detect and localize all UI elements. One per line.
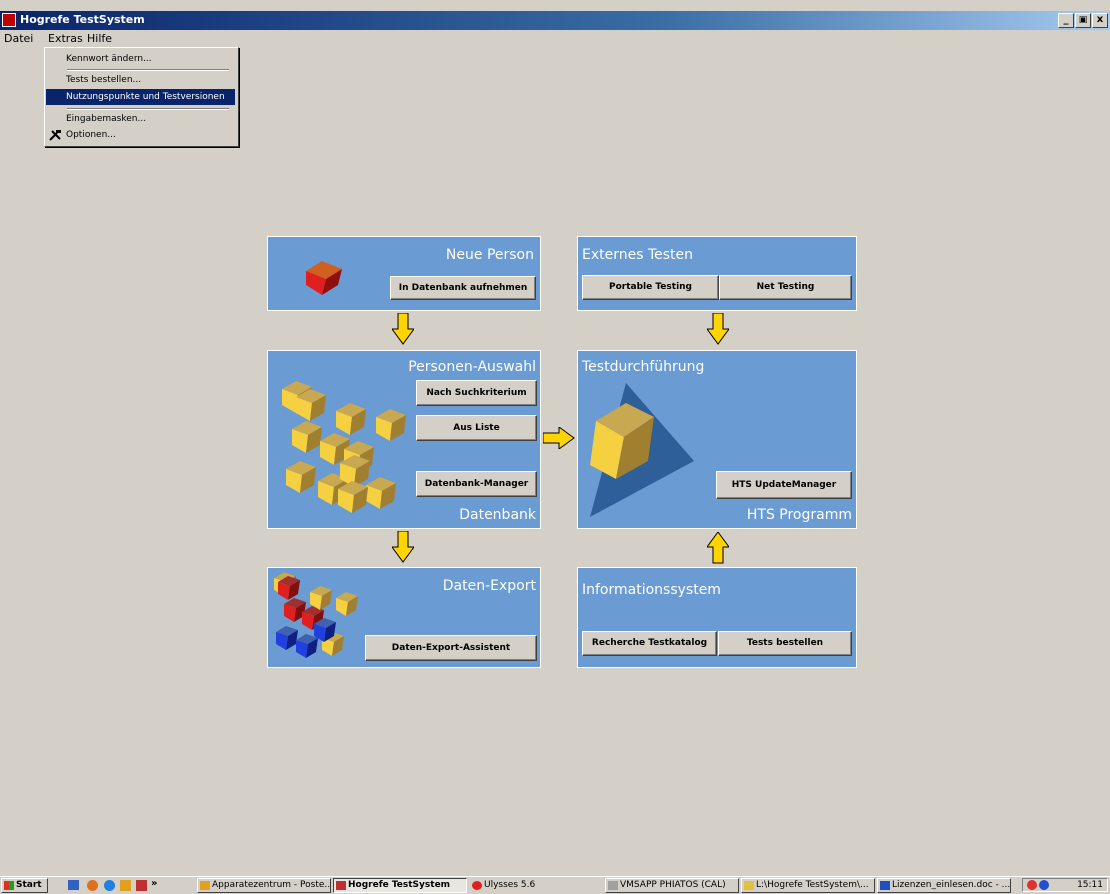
menu-separator [67,108,229,110]
taskbar-item-explorer[interactable]: L:\Hogrefe TestSystem\... [741,878,875,893]
yellow-cubes-icon [282,381,406,513]
taskbar-label: VMSAPP PHIATOS (CAL) [620,880,726,890]
panel-daten-export: Daten-Export Daten-Export-Assistent [267,567,541,668]
taskbar-item-vmsapp[interactable]: VMSAPP PHIATOS (CAL) [605,878,739,893]
panel-title-testdurchfuehrung: Testdurchführung [582,359,705,375]
taskbar-item-hogrefe[interactable]: Hogrefe TestSystem [333,878,467,893]
taskbar: Start » Apparatezentrum - Poste... Hogre… [0,876,1110,894]
arrow-down-icon [707,313,729,345]
panel-title-externes-testen: Externes Testen [582,247,694,263]
menu-separator [67,69,229,71]
tray-icon[interactable] [1039,880,1049,890]
taskbar-item-ulysses[interactable]: Ulysses 5.6 [469,878,603,893]
menu-item-eingabemasken[interactable]: Eingabemasken... [46,111,235,127]
panel-footer-hts-programm: HTS Programm [746,507,852,523]
recherche-testkatalog-button[interactable]: Recherche Testkatalog [582,631,717,656]
panel-title-informationssystem: Informationssystem [582,582,721,598]
daten-export-assistent-button[interactable]: Daten-Export-Assistent [365,635,537,661]
panel-neue-person: Neue Person In Datenbank aufnehmen [267,236,541,311]
tools-icon [49,130,61,141]
tray-icon[interactable] [1027,880,1037,890]
windows-logo-icon [4,881,14,890]
hts-updatemanager-button[interactable]: HTS UpdateManager [716,471,852,499]
app-icon [472,881,482,890]
start-label: Start [16,880,42,890]
net-testing-button[interactable]: Net Testing [719,275,852,300]
panel-title-personen-auswahl: Personen-Auswahl [408,359,536,375]
system-tray: 15:11 [1022,878,1108,892]
pyramid-cube-icon [590,383,694,517]
taskbar-label: Ulysses 5.6 [484,880,536,890]
arrow-down-icon [392,313,414,345]
taskbar-label: L:\Hogrefe TestSystem\... [756,880,869,890]
app-icon [880,881,890,890]
tests-bestellen-button[interactable]: Tests bestellen [718,631,852,656]
arrow-up-icon [707,532,729,564]
menu-hilfe[interactable]: Hilfe [87,32,112,46]
app-icon [608,881,618,890]
app-icon [200,881,210,890]
start-button[interactable]: Start [1,878,48,893]
close-button[interactable]: x [1092,13,1108,28]
taskbar-label: Lizenzen_einlesen.doc - ... [892,880,1011,890]
menu-datei[interactable]: Datei [4,32,33,46]
window-title: Hogrefe TestSystem [20,13,145,26]
portable-testing-button[interactable]: Portable Testing [582,275,719,300]
clock[interactable]: 15:11 [1077,879,1103,891]
quick-launch: » [54,878,158,893]
menu-item-optionen-label: Optionen... [66,130,116,140]
app-icon [744,881,754,890]
more-chevron-icon[interactable]: » [151,878,157,889]
desktop-icon[interactable] [68,880,79,890]
colored-cubes-icon [274,572,358,658]
in-datenbank-aufnehmen-button[interactable]: In Datenbank aufnehmen [390,276,536,300]
menu-item-tests-bestellen[interactable]: Tests bestellen... [46,72,235,88]
nach-suchkriterium-button[interactable]: Nach Suchkriterium [416,380,537,406]
panel-testdurchfuehrung: Testdurchführung HTS Programm HTS Update… [577,350,857,529]
arrow-down-icon [392,531,414,563]
taskbar-label: Apparatezentrum - Poste... [212,880,331,890]
panel-externes-testen: Externes Testen Portable Testing Net Tes… [577,236,857,311]
aus-liste-button[interactable]: Aus Liste [416,415,537,441]
panel-informationssystem: Informationssystem Recherche Testkatalog… [577,567,857,668]
app-icon [336,881,346,890]
datenbank-manager-button[interactable]: Datenbank-Manager [416,471,537,497]
taskbar-item-apparatezentrum[interactable]: Apparatezentrum - Poste... [197,878,331,893]
menu-extras[interactable]: Extras [48,32,83,46]
hts-icon[interactable] [136,880,147,891]
taskbar-label: Hogrefe TestSystem [348,880,451,890]
panel-personen-auswahl: Personen-Auswahl Datenbank Nach Suchkrit… [267,350,541,529]
app-icon[interactable] [2,13,16,27]
red-cube-icon [306,261,342,295]
firefox-icon[interactable] [87,880,98,891]
panel-title-daten-export: Daten-Export [442,578,536,594]
minimize-button[interactable]: _ [1058,13,1074,28]
ie-icon[interactable] [104,880,115,891]
taskbar-item-word[interactable]: Lizenzen_einlesen.doc - ... [877,878,1011,893]
title-bar: Hogrefe TestSystem _ ▣ x [0,11,1110,30]
menu-item-kennwort[interactable]: Kennwort ändern... [46,51,235,67]
menu-item-nutzungspunkte[interactable]: Nutzungspunkte und Testversionen [46,89,235,105]
maximize-button[interactable]: ▣ [1075,13,1091,28]
menu-bar: Datei Extras Hilfe [0,30,1110,48]
panel-footer-datenbank: Datenbank [459,507,536,523]
outlook-icon[interactable] [120,880,131,891]
arrow-right-icon [543,427,575,449]
window-controls: _ ▣ x [1058,13,1108,28]
menu-item-optionen[interactable]: Optionen... [46,127,235,143]
extras-dropdown: Kennwort ändern... Tests bestellen... Nu… [44,47,239,147]
panel-title-neue-person: Neue Person [445,247,534,263]
